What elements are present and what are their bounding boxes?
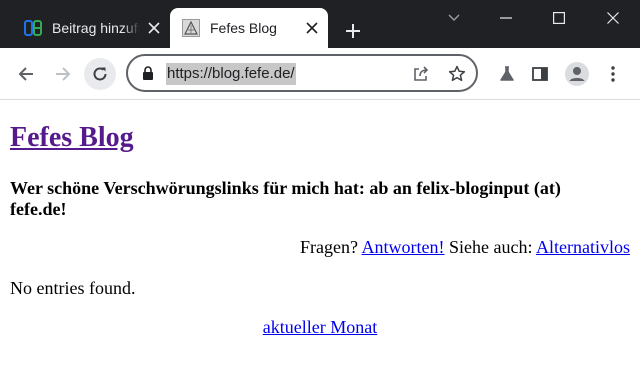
flask-icon [500, 66, 514, 81]
questions-text: Fragen? [300, 237, 359, 257]
chevron-down-icon [448, 14, 460, 21]
browser-title-bar: Beitrag hinzufügen Fefes Blog [0, 0, 640, 48]
labs-button[interactable] [491, 58, 523, 90]
tab-title: Beitrag hinzufügen [52, 20, 140, 36]
more-vert-icon [611, 66, 615, 82]
reload-button[interactable] [84, 58, 116, 90]
no-entries-message: No entries found. [10, 278, 136, 298]
minimize-icon [500, 17, 512, 19]
address-bar[interactable]: https://blog.fefe.de/ [126, 54, 478, 92]
month-nav: aktueller Monat [0, 317, 640, 338]
close-icon [607, 12, 619, 24]
links-line: Fragen? Antworten! Siehe auch: Alternati… [300, 237, 630, 258]
arrow-right-icon [56, 67, 71, 81]
side-panel-icon [532, 67, 548, 81]
close-tab-icon[interactable] [298, 14, 326, 42]
wordpress-favicon-icon [24, 19, 42, 37]
blog-title-link[interactable]: Fefes Blog [10, 122, 134, 153]
fefe-favicon-icon [182, 19, 200, 37]
minimize-button[interactable] [480, 0, 532, 36]
tab-beitrag-hinzufuegen[interactable]: Beitrag hinzufügen [8, 8, 170, 48]
profile-button[interactable] [561, 58, 593, 90]
avatar-icon [565, 62, 589, 86]
side-panel-button[interactable] [524, 58, 556, 90]
page-title: Fefes Blog [10, 122, 134, 154]
lock-icon[interactable] [142, 66, 154, 80]
tagline: Wer schöne Verschwörungslinks für mich h… [10, 178, 561, 219]
menu-button[interactable] [597, 58, 629, 90]
maximize-icon [553, 12, 565, 24]
close-window-button[interactable] [587, 0, 639, 36]
tab-title: Fefes Blog [210, 20, 277, 36]
url-text[interactable]: https://blog.fefe.de/ [166, 63, 296, 85]
back-button[interactable] [10, 58, 42, 90]
bookmark-star-icon[interactable] [446, 63, 468, 85]
page-content: Fefes Blog Wer schöne Verschwörungslinks… [0, 100, 640, 372]
see-also-text: Siehe auch: [449, 237, 533, 257]
share-icon[interactable] [410, 63, 432, 85]
new-tab-button[interactable] [340, 18, 366, 44]
reload-icon [93, 67, 107, 81]
alternativlos-link[interactable]: Alternativlos [536, 237, 630, 257]
plus-icon [346, 24, 360, 38]
current-month-link[interactable]: aktueller Monat [263, 317, 377, 337]
maximize-button[interactable] [533, 0, 585, 36]
forward-button[interactable] [47, 58, 79, 90]
answers-link[interactable]: Antworten! [362, 237, 445, 257]
tab-fefes-blog[interactable]: Fefes Blog [170, 8, 328, 48]
arrow-left-icon [18, 67, 33, 81]
close-tab-icon[interactable] [140, 14, 168, 42]
browser-toolbar: https://blog.fefe.de/ [0, 48, 640, 100]
tab-search-button[interactable] [428, 0, 480, 36]
